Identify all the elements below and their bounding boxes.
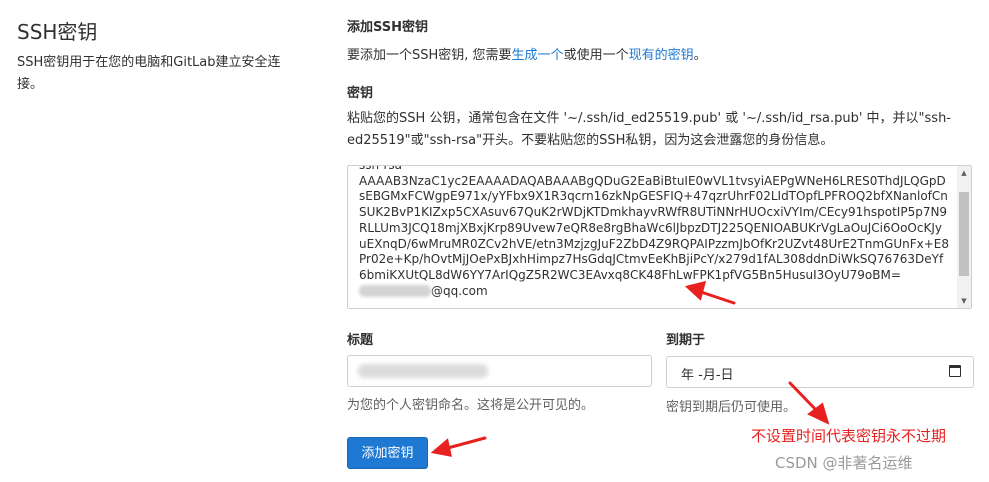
date-placeholder: 年 -月-日 bbox=[681, 368, 734, 383]
generate-key-link[interactable]: 生成一个 bbox=[512, 48, 564, 63]
intro-prefix: 要添加一个SSH密钥, 您需要 bbox=[347, 48, 512, 63]
textarea-scrollbar[interactable]: ▲ ▼ bbox=[957, 166, 971, 308]
redacted-email bbox=[359, 285, 431, 298]
calendar-icon[interactable] bbox=[949, 365, 961, 377]
intro-suffix: 。 bbox=[693, 48, 707, 63]
key-label: 密钥 bbox=[347, 86, 374, 101]
annotation-note: 不设置时间代表密钥永不过期 bbox=[751, 427, 947, 445]
title-label: 标题 bbox=[347, 333, 374, 348]
title-input[interactable] bbox=[347, 355, 652, 387]
page-description: SSH密钥用于在您的电脑和GitLab建立安全连接。 bbox=[17, 55, 281, 92]
key-value: ssh-rsa AAAAB3NzaC1yc2EAAAADAQABAAABgQDu… bbox=[359, 165, 950, 282]
arrow-submit-head bbox=[430, 438, 452, 457]
arrow-submit bbox=[442, 436, 487, 451]
scrollbar-thumb[interactable] bbox=[959, 192, 969, 276]
ssh-keys-page: SSH密钥 SSH密钥用于在您的电脑和GitLab建立安全连接。 添加SSH密钥… bbox=[0, 0, 989, 482]
add-key-button[interactable]: 添加密钥 bbox=[347, 437, 428, 469]
scroll-up-arrow-icon[interactable]: ▲ bbox=[957, 166, 971, 180]
intro-middle: 或使用一个 bbox=[563, 48, 629, 63]
title-help: 为您的个人密钥命名。这将是公开可见的。 bbox=[347, 398, 595, 413]
add-key-intro: 要添加一个SSH密钥, 您需要生成一个或使用一个现有的密钥。 bbox=[347, 44, 707, 63]
add-ssh-key-heading: 添加SSH密钥 bbox=[347, 20, 429, 35]
page-title: SSH密钥 bbox=[17, 20, 98, 44]
expires-help: 密钥到期后仍可使用。 bbox=[666, 400, 797, 415]
key-textarea-content: ssh-rsa AAAAB3NzaC1yc2EAAAADAQABAAABgQDu… bbox=[359, 165, 950, 299]
key-textarea[interactable]: ssh-rsa AAAAB3NzaC1yc2EAAAADAQABAAABgQDu… bbox=[347, 165, 972, 309]
expires-label: 到期于 bbox=[666, 333, 706, 348]
expires-date-input[interactable]: 年 -月-日 bbox=[666, 356, 974, 388]
scroll-down-arrow-icon[interactable]: ▼ bbox=[957, 294, 971, 308]
existing-key-link[interactable]: 现有的密钥 bbox=[629, 48, 694, 63]
key-hint: 粘贴您的SSH 公钥，通常包含在文件 '~/.ssh/id_ed25519.pu… bbox=[347, 111, 951, 148]
redacted-title-value bbox=[358, 364, 488, 378]
csdn-watermark: CSDN @非著名运维 bbox=[775, 454, 913, 472]
key-email-suffix: @qq.com bbox=[431, 283, 488, 298]
arrow-date-head bbox=[807, 402, 830, 425]
